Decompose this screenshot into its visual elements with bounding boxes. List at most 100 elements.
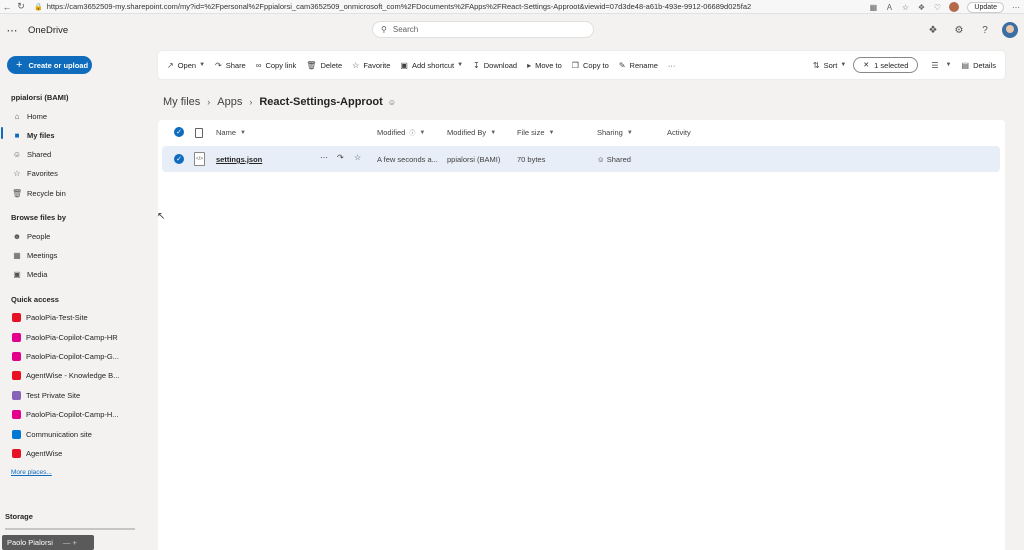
browser-update-button[interactable]: Update (967, 1, 1004, 13)
site-label: PaoloPia-Copilot-Camp-HR (26, 332, 118, 342)
premium-icon[interactable]: ❖ (920, 25, 946, 36)
share-label: Share (225, 60, 246, 70)
extensions-icon[interactable]: ❖ (913, 3, 929, 12)
column-name[interactable]: Name ▼ (216, 128, 246, 137)
column-file-size[interactable]: File size ▼ (517, 128, 554, 137)
quick-access-site[interactable]: Communication site (12, 427, 146, 441)
view-options-button[interactable]: ☰ ▼ (926, 51, 956, 79)
back-icon[interactable]: ← (0, 2, 14, 12)
add-shortcut-label: Add shortcut (411, 60, 455, 70)
more-actions-icon[interactable]: ⋯ (320, 153, 328, 162)
breadcrumb-apps[interactable]: Apps (217, 96, 242, 108)
sidebar-item-favorites[interactable]: ☆ Favorites (12, 166, 142, 180)
site-label: Communication site (26, 429, 92, 439)
shared-icon: ☺ (12, 149, 22, 159)
site-label: Test Private Site (26, 390, 81, 400)
quick-access-site[interactable]: PaoloPia-Copilot-Camp-G... (12, 349, 146, 363)
share-icon: ↷ (215, 60, 222, 70)
sidebar-item-my-files[interactable]: ■ My files (12, 128, 142, 142)
rename-label: Rename (629, 60, 658, 70)
site-icon (12, 390, 21, 400)
plus-icon[interactable]: — + (63, 538, 77, 547)
favorite-button[interactable]: ☆ Favorite (347, 51, 395, 79)
chevron-down-icon: ▼ (945, 62, 952, 68)
help-icon[interactable]: ? (972, 25, 998, 36)
taskbar-user-chip[interactable]: Paolo Pialorsi — + (2, 535, 94, 550)
sidebar-item-home[interactable]: ⌂ Home (12, 109, 142, 123)
table-row[interactable]: ✓ </> settings.json ⋯ ↷ ☆ A few seconds … (162, 146, 1000, 172)
quick-access-site[interactable]: PaoloPia-Copilot-Camp-H... (12, 407, 146, 421)
share-button[interactable]: ↷ Share (210, 51, 251, 79)
list-view-icon: ☰ (931, 60, 939, 70)
details-button[interactable]: ▤ Details (957, 51, 1002, 79)
file-modified-by[interactable]: ppialorsi (BAMI) (447, 155, 500, 164)
collections-icon[interactable]: ♡ (929, 3, 945, 12)
column-sharing[interactable]: Sharing ▼ (597, 128, 633, 137)
open-icon: ↗ (167, 60, 174, 70)
column-activity[interactable]: Activity (667, 128, 691, 137)
app-launcher-icon[interactable]: ⋯ (0, 24, 24, 37)
page-title: React-Settings-Approot (259, 96, 383, 108)
breadcrumb-my-files[interactable]: My files (163, 96, 200, 108)
share-file-icon[interactable]: ↷ (337, 153, 344, 162)
delete-button[interactable]: 🗑 Delete (301, 51, 347, 79)
sidebar-item-media[interactable]: ▣ Media (12, 267, 142, 281)
copy-link-button[interactable]: ∞ Copy link (251, 51, 302, 79)
quick-access-site[interactable]: AgentWise (12, 446, 146, 460)
sort-button[interactable]: ⇅ Sort ▼ (808, 51, 851, 79)
column-modified[interactable]: Modified ⓘ ▼ (377, 128, 425, 137)
quick-access-site[interactable]: PaoloPia-Test-Site (12, 310, 146, 324)
add-shortcut-button[interactable]: ▣ Add shortcut ▼ (395, 51, 468, 79)
app-brand[interactable]: OneDrive (28, 25, 68, 36)
column-modified-by-label: Modified By (447, 128, 487, 137)
move-to-button[interactable]: ▸ Move to (522, 51, 567, 79)
file-list: ✓ Name ▼ Modified ⓘ ▼ Modified By ▼ File… (158, 120, 1005, 550)
create-or-upload-button[interactable]: + Create or upload (7, 56, 92, 74)
close-icon[interactable]: ✕ (863, 61, 869, 69)
reader-view-icon[interactable]: ▦ (865, 3, 881, 12)
download-button[interactable]: ↧ Download (468, 51, 522, 79)
column-file-size-label: File size (517, 128, 545, 137)
more-button[interactable]: ··· (663, 51, 681, 79)
sidebar-item-recycle-bin[interactable]: 🗑 Recycle bin (12, 186, 142, 200)
quick-access-site[interactable]: AgentWise - Knowledge B... (12, 368, 146, 382)
rename-button[interactable]: ✎ Rename (614, 51, 663, 79)
refresh-icon[interactable]: ↻ (14, 1, 28, 12)
favorite-file-icon[interactable]: ☆ (354, 153, 361, 162)
gear-icon[interactable]: ⚙ (946, 25, 972, 36)
file-sharing[interactable]: ☺ Shared (597, 155, 631, 164)
sidebar-item-label: Home (27, 111, 48, 121)
selected-count-pill[interactable]: ✕ 1 selected (853, 57, 919, 73)
sidebar-item-shared[interactable]: ☺ Shared (12, 147, 142, 161)
storage-heading: Storage (5, 512, 33, 521)
browser-menu-icon[interactable]: ⋯ (1008, 3, 1024, 12)
move-to-label: Move to (535, 60, 562, 70)
file-type-icon (195, 128, 203, 138)
copy-to-button[interactable]: ❐ Copy to (567, 51, 614, 79)
read-aloud-icon[interactable]: A (881, 3, 897, 12)
mouse-cursor-icon: ↖ (157, 211, 166, 222)
file-name-link[interactable]: settings.json (216, 155, 262, 164)
quick-access-site[interactable]: Test Private Site (12, 388, 146, 402)
search-placeholder: Search (392, 25, 419, 34)
favorite-page-icon[interactable]: ☆ (897, 3, 913, 12)
more-places-link[interactable]: More places... (11, 469, 52, 476)
row-checkbox[interactable]: ✓ (174, 154, 184, 164)
select-all-checkbox[interactable]: ✓ (174, 127, 184, 137)
site-icon (12, 448, 21, 458)
open-button[interactable]: ↗ Open ▼ (162, 51, 210, 79)
sidebar-item-meetings[interactable]: ▦ Meetings (12, 248, 142, 262)
search-input[interactable]: ⚲ Search (372, 21, 594, 38)
sidebar-item-people[interactable]: ☻ People (12, 229, 142, 243)
avatar[interactable] (1002, 22, 1018, 38)
person-icon: ☻ (12, 231, 22, 241)
app-header: ⋯ OneDrive ⚲ Search ❖ ⚙ ? (0, 14, 1024, 46)
address-bar[interactable]: 🔒 https://cam3652509-my.sharepoint.com/m… (34, 1, 751, 13)
browser-profile-avatar[interactable] (949, 2, 960, 12)
sidebar-item-label: Recycle bin (27, 188, 66, 198)
quick-access-site[interactable]: PaoloPia-Copilot-Camp-HR (12, 330, 146, 344)
download-icon: ↧ (473, 60, 480, 70)
shortcut-icon: ▣ (400, 60, 408, 70)
column-modified-by[interactable]: Modified By ▼ (447, 128, 496, 137)
delete-label: Delete (320, 60, 343, 70)
